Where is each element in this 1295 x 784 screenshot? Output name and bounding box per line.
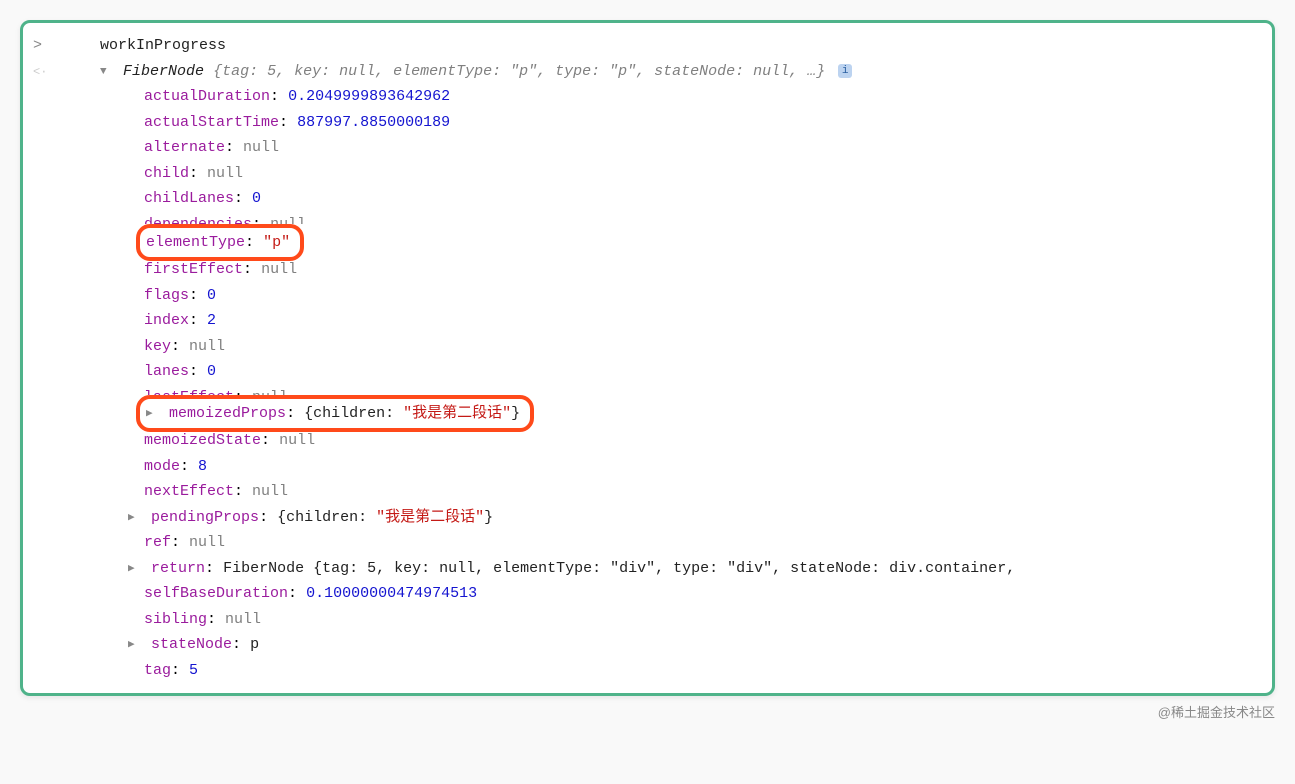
object-summary-inside: tag: 5, key: null, elementType: "p", typ… [222,63,816,80]
property-row[interactable]: ▶ stateNode: p [33,632,1258,658]
property-value: null [279,432,315,449]
watermark-text: @稀土掘金技术社区 [20,702,1275,721]
object-preview-string: "我是第二段话" [376,509,484,526]
property-key: flags [144,287,189,304]
property-value: 0.10000000474974513 [306,585,477,602]
property-row[interactable]: dependencies: null [33,212,1258,224]
property-row[interactable]: ▶ pendingProps: {children: "我是第二段话"} [33,505,1258,531]
property-key: nextEffect [144,483,234,500]
property-value: FiberNode {tag: 5, key: null, elementTyp… [223,560,1015,577]
object-preview-open: {children: [277,509,376,526]
console-output-row: <· ▼ FiberNode {tag: 5, key: null, eleme… [33,59,1258,85]
chevron-right-icon[interactable]: ▶ [146,405,158,424]
property-key: elementType [146,234,245,251]
property-key: tag [144,662,171,679]
property-key: key [144,338,171,355]
property-value: 2 [207,312,216,329]
property-value: 8 [198,458,207,475]
response-icon: <· [33,62,47,82]
object-preview-string: "我是第二段话" [403,405,511,422]
property-key: actualDuration [144,88,270,105]
property-value: 0 [207,363,216,380]
object-type[interactable]: FiberNode [123,63,204,80]
expression-text: workInProgress [100,37,226,54]
property-row[interactable]: alternate: null [33,135,1258,161]
console-input-row: > workInProgress [33,33,1258,59]
property-key: memoizedState [144,432,261,449]
property-row[interactable]: tag: 5 [33,658,1258,684]
chevron-right-icon[interactable]: ▶ [128,509,140,528]
highlight-box: elementType: "p" [136,224,304,262]
chevron-right-icon[interactable]: ▶ [128,560,140,579]
property-key: lastEffect [144,389,234,395]
property-key: child [144,165,189,182]
property-value: null [189,338,225,355]
property-row[interactable]: lanes: 0 [33,359,1258,385]
property-row[interactable]: nextEffect: null [33,479,1258,505]
property-value: null [243,139,279,156]
property-value: "p" [263,234,290,251]
property-row[interactable]: ▶ return: FiberNode {tag: 5, key: null, … [33,556,1258,582]
property-row[interactable]: actualDuration: 0.2049999893642962 [33,84,1258,110]
property-row[interactable]: lastEffect: null [33,385,1258,395]
property-value: null [207,165,243,182]
property-key: selfBaseDuration [144,585,288,602]
property-row[interactable]: key: null [33,334,1258,360]
property-row-highlighted[interactable]: ▶ memoizedProps: {children: "我是第二段话"} [33,395,1258,433]
property-key: mode [144,458,180,475]
chevron-down-icon[interactable]: ▼ [100,63,112,82]
property-value: null [252,389,288,395]
property-key: alternate [144,139,225,156]
property-value: null [189,534,225,551]
highlight-box: ▶ memoizedProps: {children: "我是第二段话"} [136,395,534,433]
property-row[interactable]: firstEffect: null [33,257,1258,283]
property-key: stateNode [151,636,232,653]
info-icon[interactable]: i [838,64,852,78]
property-key: dependencies [144,216,252,224]
property-key: memoizedProps [169,405,286,422]
object-summary-open: { [213,63,222,80]
object-preview-open: {children: [304,405,403,422]
property-row-highlighted[interactable]: elementType: "p" [33,224,1258,262]
property-key: actualStartTime [144,114,279,131]
property-row[interactable]: childLanes: 0 [33,186,1258,212]
property-row[interactable]: sibling: null [33,607,1258,633]
property-row[interactable]: selfBaseDuration: 0.10000000474974513 [33,581,1258,607]
property-key: pendingProps [151,509,259,526]
property-key: lanes [144,363,189,380]
property-key: sibling [144,611,207,628]
property-value: p [250,636,259,653]
property-value: null [225,611,261,628]
property-row[interactable]: ref: null [33,530,1258,556]
property-value: 0.2049999893642962 [288,88,450,105]
property-key: firstEffect [144,261,243,278]
property-value: 5 [189,662,198,679]
object-preview-close: } [511,405,520,422]
property-key: childLanes [144,190,234,207]
property-value: 0 [207,287,216,304]
prompt-icon: > [33,37,42,54]
property-row[interactable]: child: null [33,161,1258,187]
console-panel: > workInProgress <· ▼ FiberNode {tag: 5,… [20,20,1275,696]
property-value: null [252,483,288,500]
property-value: null [261,261,297,278]
property-value: 887997.8850000189 [297,114,450,131]
object-preview-close: } [484,509,493,526]
property-value: 0 [252,190,261,207]
property-key: ref [144,534,171,551]
property-row[interactable]: index: 2 [33,308,1258,334]
object-summary-close: } [816,63,825,80]
property-key: return [151,560,205,577]
property-key: index [144,312,189,329]
property-row[interactable]: mode: 8 [33,454,1258,480]
property-row[interactable]: memoizedState: null [33,428,1258,454]
property-row[interactable]: actualStartTime: 887997.8850000189 [33,110,1258,136]
property-value: null [270,216,306,224]
chevron-right-icon[interactable]: ▶ [128,636,140,655]
property-row[interactable]: flags: 0 [33,283,1258,309]
